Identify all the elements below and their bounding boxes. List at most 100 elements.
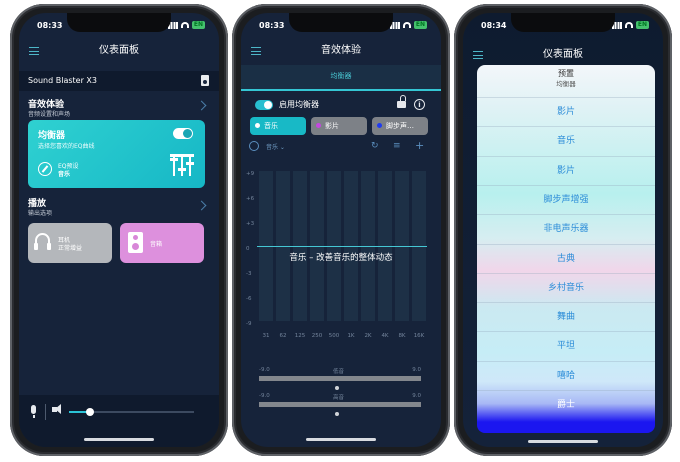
preset-option[interactable]: 平坦	[477, 331, 655, 361]
frequency-label: 16K	[413, 333, 425, 339]
preset-tab-movie[interactable]: 影片	[311, 117, 367, 135]
device-bar[interactable]: Sound Blaster X3	[19, 71, 219, 91]
db-label: -6	[246, 296, 252, 302]
divider	[45, 404, 46, 420]
speaker-tile[interactable]: 音箱	[120, 223, 204, 263]
volume-icon[interactable]	[52, 404, 61, 414]
home-indicator	[528, 440, 598, 443]
equalizer-card-title: 均衡器	[38, 131, 66, 141]
notch	[511, 13, 615, 32]
current-preset-dropdown[interactable]: 音乐 ⌄	[266, 142, 285, 151]
preset-option[interactable]: 脚步声增强	[477, 184, 655, 215]
enable-equalizer-label: 启用均衡器	[279, 100, 319, 109]
info-icon[interactable]: i	[414, 99, 425, 110]
preset-tab-music[interactable]: 音乐	[250, 117, 306, 135]
enable-equalizer-toggle[interactable]	[255, 100, 273, 110]
frequency-label: 4K	[381, 333, 389, 339]
headphone-icon	[34, 233, 51, 250]
status-time: 08:33	[259, 21, 285, 30]
preset-option[interactable]: 古典	[477, 243, 655, 274]
edit-pen-icon[interactable]	[249, 141, 259, 151]
current-preset-value: 音乐	[266, 144, 279, 151]
page-title: 仪表面板	[99, 45, 139, 56]
treble-control[interactable]: -9.0 高音 9.0	[255, 393, 425, 419]
preset-option[interactable]: 舞曲	[477, 302, 655, 332]
treble-slider[interactable]	[259, 402, 421, 407]
preset-tab-footsteps[interactable]: 脚步声…	[372, 117, 428, 135]
bass-control[interactable]: -9.0 低音 9.0	[255, 367, 425, 393]
phone-preset-picker: 08:34 EN 仪表面板 预置 均衡器 影片 音乐 影片 脚步声增强 非电声乐器 古典乡…	[454, 4, 672, 456]
battery-icon: EN	[191, 21, 205, 29]
eq-preset-icon	[38, 162, 52, 176]
db-label: -9	[246, 321, 252, 327]
frequency-label: 125	[294, 333, 306, 339]
volume-slider[interactable]	[69, 408, 194, 416]
frequency-label: 31	[262, 333, 270, 339]
wifi-icon	[624, 22, 633, 28]
tab-underline	[241, 89, 441, 91]
eq-curve-line	[257, 246, 427, 247]
list-edit-icon[interactable]: ≡	[393, 141, 401, 151]
preset-option[interactable]: 影片	[477, 97, 655, 127]
chevron-right-icon	[196, 200, 207, 211]
device-name: Sound Blaster X3	[28, 76, 97, 85]
preset-option[interactable]: 嘻哈	[477, 360, 655, 391]
battery-icon: EN	[413, 21, 427, 29]
preset-option[interactable]: 乡村音乐	[477, 272, 655, 303]
chevron-right-icon	[196, 100, 207, 111]
menu-icon[interactable]	[251, 47, 261, 55]
home-indicator	[306, 438, 376, 441]
preset-tab-label: 脚步声…	[386, 122, 414, 130]
preset-sheet: 预置 均衡器 影片 音乐 影片 脚步声增强 非电声乐器 古典 乡村音乐 舞曲 平坦 嘻哈 爵士	[477, 65, 655, 433]
unlock-icon[interactable]	[397, 95, 406, 108]
wifi-icon	[402, 22, 411, 28]
treble-max: 9.0	[412, 393, 421, 399]
page-title: 音效体验	[321, 45, 361, 56]
top-bar: 仪表面板	[463, 43, 663, 67]
preset-dot	[255, 123, 260, 128]
top-bar: 仪表面板	[19, 39, 219, 63]
frequency-label: 8K	[398, 333, 406, 339]
bass-slider[interactable]	[259, 376, 421, 381]
menu-icon[interactable]	[29, 47, 39, 55]
equalizer-toggle[interactable]	[173, 128, 193, 139]
headphone-gain: 正常增益	[58, 245, 83, 252]
db-label: +9	[246, 171, 255, 177]
bass-min: -9.0	[259, 367, 270, 373]
notch	[67, 13, 171, 32]
treble-label: 高音	[333, 395, 345, 401]
phone-equalizer: 08:33 EN 音效体验 均衡器 启用均衡器 i 音乐 影片 脚步声… 音乐 …	[232, 4, 450, 456]
status-time: 08:34	[481, 21, 507, 30]
treble-min: -9.0	[259, 393, 270, 399]
equalizer-card[interactable]: 均衡器 选择您喜欢的EQ曲线 EQ预设 音乐	[28, 120, 205, 188]
menu-icon[interactable]	[473, 51, 483, 59]
top-bar: 音效体验	[241, 39, 441, 63]
preset-option[interactable]: 影片	[477, 155, 655, 186]
tab-equalizer[interactable]: 均衡器	[241, 71, 441, 81]
battery-icon: EN	[635, 21, 649, 29]
preset-option[interactable]: 音乐	[477, 126, 655, 156]
frequency-label: 62	[279, 333, 287, 339]
speaker-title: 音箱	[150, 241, 163, 248]
eq-graph[interactable]: +9 +6 +3 0 -3 -6 -9 31 62 125 250 500 1K 2K 4K 8K 16K 音…	[241, 161, 441, 351]
eq-toolbar: 音乐 ⌄ ↻ ≡ +	[241, 140, 441, 154]
db-label: -3	[246, 271, 252, 277]
dashboard-screen: 08:33 EN 仪表面板 Sound Blaster X3 音效体验 音频设置…	[19, 13, 219, 447]
microphone-icon[interactable]	[31, 405, 36, 418]
sound-experience-subtitle: 音频设置和声场	[28, 111, 71, 118]
bass-dot	[335, 386, 339, 390]
preset-option[interactable]: 非电声乐器	[477, 214, 655, 244]
wifi-icon	[180, 22, 189, 28]
headphone-tile[interactable]: 耳机 正常增益	[28, 223, 112, 263]
reset-icon[interactable]: ↻	[371, 141, 379, 151]
equalizer-card-subtitle: 选择您喜欢的EQ曲线	[38, 143, 95, 150]
bass-max: 9.0	[412, 367, 421, 373]
eq-preset-value: 音乐	[58, 171, 71, 178]
preset-dot	[377, 123, 382, 128]
volume-thumb[interactable]	[86, 408, 95, 416]
add-icon[interactable]: +	[415, 140, 424, 151]
preset-option[interactable]: 爵士	[477, 390, 655, 420]
subtab-bar: 均衡器	[241, 65, 441, 91]
speaker-device-icon[interactable]	[201, 75, 209, 86]
notch	[289, 13, 393, 32]
